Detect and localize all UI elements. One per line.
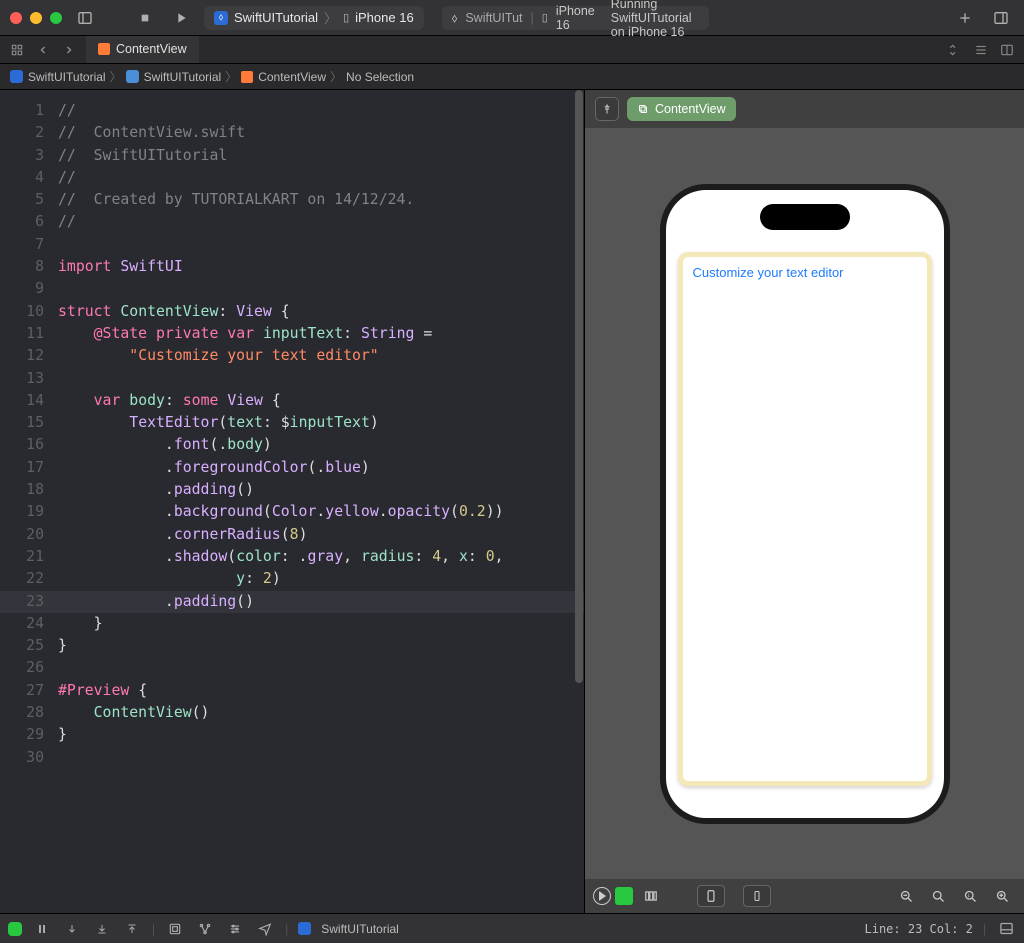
scheme-separator: 〉 — [324, 8, 337, 27]
step-into-button[interactable] — [122, 919, 142, 939]
toggle-navigator-button[interactable] — [72, 5, 98, 31]
cursor-position: Line: 23 Col: 2 — [865, 922, 973, 936]
preview-pane: ContentView Customize your text editor — [584, 90, 1024, 913]
preview-live-button[interactable] — [593, 887, 611, 905]
status-tab-label: SwiftUITut — [465, 11, 522, 25]
editor-scrollbar[interactable] — [574, 90, 584, 913]
simulated-device: Customize your text editor — [660, 184, 950, 824]
status-device-name: iPhone 16 — [556, 4, 595, 32]
preview-canvas[interactable]: Customize your text editor — [585, 128, 1024, 879]
jump-file[interactable]: ContentView — [241, 70, 326, 84]
scheme-selector[interactable]: ⬨ SwiftUITutorial 〉 ▯ iPhone 16 — [204, 6, 424, 30]
related-items-button[interactable] — [6, 39, 28, 61]
tab-contentview[interactable]: ContentView — [86, 36, 199, 63]
run-button[interactable] — [168, 5, 194, 31]
jump-project[interactable]: SwiftUITutorial — [10, 70, 106, 84]
layers-icon — [637, 103, 649, 115]
debug-hierarchy-button[interactable] — [165, 919, 185, 939]
jump-folder[interactable]: SwiftUITutorial — [126, 70, 222, 84]
zoom-window-button[interactable] — [50, 12, 62, 24]
traffic-lights — [10, 12, 62, 24]
nav-forward-button[interactable] — [58, 39, 80, 61]
toggle-debug-area-button[interactable] — [996, 919, 1016, 939]
swift-file-icon — [241, 71, 253, 83]
zoom-in-button[interactable] — [988, 885, 1016, 907]
preview-toolbar: ContentView — [585, 90, 1024, 128]
continue-button[interactable] — [62, 919, 82, 939]
location-simulate-button[interactable] — [255, 919, 275, 939]
phone-content: Customize your text editor — [678, 252, 932, 786]
tab-label: ContentView — [116, 42, 187, 56]
status-text: Running SwiftUITutorial on iPhone 16 — [611, 0, 699, 39]
environment-overrides-button[interactable] — [225, 919, 245, 939]
editor-tab-strip: ContentView — [0, 36, 1024, 64]
close-window-button[interactable] — [10, 12, 22, 24]
dynamic-island — [760, 204, 850, 230]
svg-text:1: 1 — [967, 893, 970, 898]
debug-target-label[interactable]: SwiftUITutorial — [321, 922, 399, 936]
pin-preview-button[interactable] — [595, 97, 619, 121]
minimize-window-button[interactable] — [30, 12, 42, 24]
folder-icon — [126, 70, 139, 83]
status-app-icon: ⬨ — [452, 11, 458, 24]
preview-pill-label: ContentView — [655, 102, 726, 116]
window-titlebar: ⬨ SwiftUITutorial 〉 ▯ iPhone 16 ⬨ SwiftU… — [0, 0, 1024, 36]
nav-back-button[interactable] — [32, 39, 54, 61]
main-split: 1//2// ContentView.swift3// SwiftUITutor… — [0, 90, 1024, 913]
debug-target-icon — [298, 922, 311, 935]
step-over-button[interactable] — [92, 919, 112, 939]
preview-variants-button[interactable] — [637, 885, 665, 907]
scheme-device-label: iPhone 16 — [355, 10, 414, 25]
app-icon: ⬨ — [214, 11, 228, 25]
scheme-project-label: SwiftUITutorial — [234, 10, 318, 25]
scrollbar-thumb[interactable] — [575, 90, 583, 683]
zoom-fit-button[interactable] — [924, 885, 952, 907]
assistant-layout-button[interactable] — [996, 39, 1018, 61]
swift-file-icon — [98, 43, 110, 55]
toggle-inspector-button[interactable] — [988, 5, 1014, 31]
text-editor-preview[interactable]: Customize your text editor — [678, 252, 932, 786]
add-button[interactable] — [952, 5, 978, 31]
pause-button[interactable] — [32, 919, 52, 939]
preview-selectable-button[interactable] — [615, 887, 633, 905]
activity-status[interactable]: ⬨ SwiftUITut | ▯ iPhone 16 Running Swift… — [442, 6, 709, 30]
stop-button[interactable] — [132, 5, 158, 31]
zoom-out-button[interactable] — [892, 885, 920, 907]
jump-bar[interactable]: SwiftUITutorial 〉 SwiftUITutorial 〉 Cont… — [0, 64, 1024, 90]
debug-status-indicator[interactable] — [8, 922, 22, 936]
jump-history-button[interactable] — [944, 39, 966, 61]
project-icon — [10, 70, 23, 83]
jump-selection[interactable]: No Selection — [346, 70, 414, 84]
editor-options-button[interactable] — [970, 39, 992, 61]
preview-bottom-bar: 1 — [585, 879, 1024, 913]
status-device-icon: ▯ — [542, 11, 548, 24]
code-scroll-area[interactable]: 1//2// ContentView.swift3// SwiftUITutor… — [0, 90, 584, 913]
text-editor-text: Customize your text editor — [693, 265, 917, 280]
source-code[interactable]: 1//2// ContentView.swift3// SwiftUITutor… — [0, 90, 584, 769]
memory-graph-button[interactable] — [195, 919, 215, 939]
device-icon: ▯ — [343, 11, 349, 24]
preview-orientation-button[interactable] — [743, 885, 771, 907]
debug-bar: | | SwiftUITutorial Line: 23 Col: 2 | — [0, 913, 1024, 943]
zoom-actual-button[interactable]: 1 — [956, 885, 984, 907]
preview-target-pill[interactable]: ContentView — [627, 97, 736, 121]
code-editor-pane: 1//2// ContentView.swift3// SwiftUITutor… — [0, 90, 584, 913]
preview-device-settings-button[interactable] — [697, 885, 725, 907]
